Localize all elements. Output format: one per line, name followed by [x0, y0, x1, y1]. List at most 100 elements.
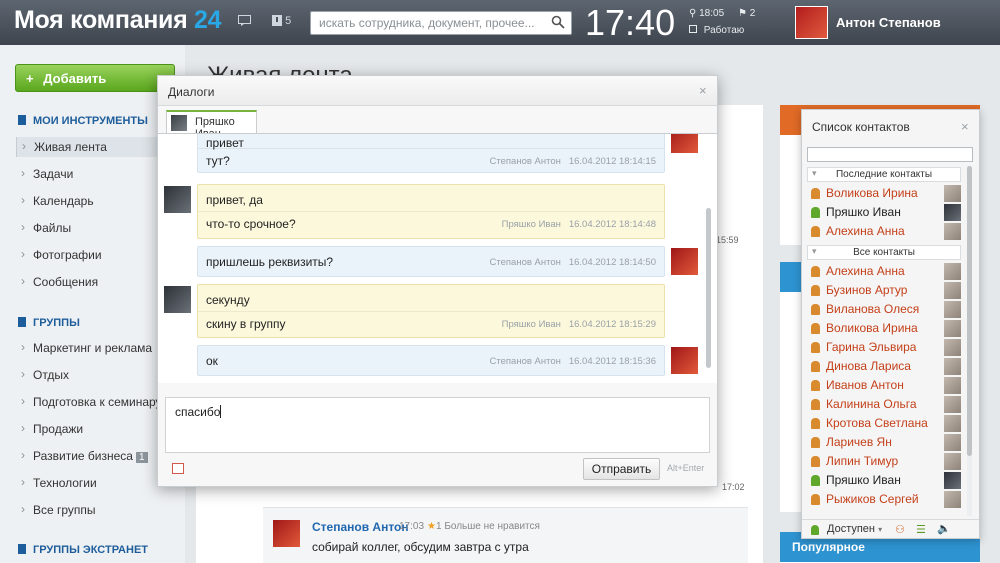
sender-avatar[interactable] [671, 134, 698, 153]
contact-photo [944, 204, 961, 221]
message-text: тут? [206, 154, 230, 168]
search-icon[interactable] [551, 15, 565, 29]
message-text: ок [206, 354, 218, 368]
chat-scrollbar[interactable] [706, 138, 711, 382]
contact-photo [944, 320, 961, 337]
message-text: что-то срочное? [206, 217, 296, 231]
contact-photo [944, 377, 961, 394]
message-meta: Пряшко Иван 16.04.2012 18:14:48 [501, 219, 656, 230]
nav-all-groups[interactable]: Все группы [16, 500, 183, 520]
message-text: скину в группу [206, 317, 286, 331]
recent-contacts-group[interactable]: Последние контакты [807, 167, 961, 182]
contact-item[interactable]: Липин Тимур [807, 452, 963, 471]
message-text: привет, да [206, 193, 263, 207]
contact-item[interactable]: Калинина Ольга [807, 395, 963, 414]
sender-avatar[interactable] [671, 248, 698, 275]
contact-item[interactable]: Алехина Анна [807, 222, 963, 241]
send-button[interactable]: Отправить [583, 458, 660, 480]
tab-avatar [171, 115, 187, 131]
chat-history[interactable]: привет тут? Степанов Антон 16.04.2012 18… [158, 133, 717, 383]
chat-message: привет тут? Степанов Антон 16.04.2012 18… [197, 134, 665, 173]
person-icon [811, 304, 820, 315]
contact-photo [944, 358, 961, 375]
contact-item[interactable]: Алехина Анна [807, 262, 963, 281]
close-icon[interactable]: × [699, 83, 707, 98]
close-icon[interactable]: × [961, 119, 969, 134]
contact-item[interactable]: Иванов Антон [807, 376, 963, 395]
person-icon [811, 188, 820, 199]
contact-photo [944, 301, 961, 318]
contact-item[interactable]: Пряшко Иван [807, 471, 963, 490]
contact-item[interactable]: Динова Лариса [807, 357, 963, 376]
work-status[interactable]: Работаю [689, 25, 744, 36]
search-placeholder: искать сотрудника, документ, прочее... [319, 16, 535, 30]
dialog-header[interactable]: Диалоги × [158, 76, 717, 106]
notification-icon [272, 15, 282, 26]
message-meta: Пряшко Иван 16.04.2012 18:15:29 [501, 319, 656, 330]
person-icon [811, 418, 820, 429]
person-icon [811, 323, 820, 334]
user-avatar[interactable] [795, 6, 828, 39]
contact-item[interactable]: Воликова Ирина [807, 319, 963, 338]
sender-avatar[interactable] [671, 347, 698, 374]
contact-item[interactable]: Виланова Олеся [807, 300, 963, 319]
comment-avatar[interactable] [273, 520, 300, 547]
groups-title[interactable]: ГРУППЫ [18, 317, 80, 329]
groups-icon [18, 317, 26, 327]
contact-item[interactable]: Рыжиков Сергей [807, 490, 963, 509]
person-icon [811, 456, 820, 467]
chat-scroll-thumb[interactable] [706, 208, 711, 368]
sound-icon[interactable]: 🔈 [937, 522, 951, 535]
flag-icon: ⚑ [738, 8, 747, 19]
contact-item[interactable]: Ларичев Ян [807, 433, 963, 452]
chat-icon[interactable] [238, 15, 251, 29]
calendar-icon[interactable] [172, 463, 184, 474]
sender-avatar[interactable] [164, 186, 191, 213]
contacts-search-input[interactable] [807, 147, 973, 162]
contact-item[interactable]: Гарина Эльвира [807, 338, 963, 357]
person-icon [811, 399, 820, 410]
all-contacts-group[interactable]: Все контакты [807, 245, 961, 260]
list-icon[interactable]: ☰ [916, 523, 926, 536]
comment-likes[interactable]: ★1 Больше не нравится [427, 521, 540, 532]
contact-photo [944, 223, 961, 240]
user-name[interactable]: Антон Степанов [836, 15, 941, 30]
company-logo[interactable]: Моя компания 24 [14, 6, 222, 35]
search-input[interactable]: искать сотрудника, документ, прочее... [310, 11, 572, 35]
group-chat-icon[interactable]: ⚇ [895, 523, 905, 536]
clock: 17:40 [585, 2, 676, 43]
chat-tab[interactable]: Пряшко Иван [166, 110, 257, 140]
cloud-icon [18, 544, 26, 554]
messages-counter[interactable]: 5 [272, 15, 291, 29]
contacts-list[interactable]: Последние контакты Воликова Ирина Пряшко… [807, 165, 965, 521]
message-input-value: спасибо [175, 405, 221, 419]
contact-photo [944, 491, 961, 508]
my-tools-title[interactable]: МОИ ИНСТРУМЕНТЫ [18, 115, 148, 127]
person-icon [811, 361, 820, 372]
status-checkbox-icon [689, 25, 697, 33]
message-text: пришлешь реквизиты? [206, 255, 334, 269]
message-divider [198, 148, 664, 149]
feed-time-2: 17:02 [722, 482, 745, 492]
work-time: ⚲ 18:05 [689, 8, 725, 19]
comment-author[interactable]: Степанов Антон [312, 520, 409, 534]
person-icon: ⚲ [689, 8, 697, 19]
chat-message: секунду скину в группу Пряшко Иван 16.04… [197, 284, 665, 338]
contact-item[interactable]: Пряшко Иван [807, 203, 963, 222]
sender-avatar[interactable] [164, 286, 191, 313]
contact-item[interactable]: Кротова Светлана [807, 414, 963, 433]
my-status-dropdown[interactable]: Доступен ▾ [827, 523, 882, 535]
bookmark-icon [18, 115, 26, 125]
contact-item[interactable]: Воликова Ирина [807, 184, 963, 203]
person-icon [811, 285, 820, 296]
tasks-counter[interactable]: ⚑ 2 [738, 8, 755, 19]
contacts-scroll-thumb[interactable] [967, 166, 972, 456]
contacts-scrollbar[interactable] [967, 166, 972, 516]
contact-item[interactable]: Бузинов Артур [807, 281, 963, 300]
contact-photo [944, 415, 961, 432]
add-button[interactable]: + Добавить [15, 64, 175, 92]
person-icon [811, 266, 820, 277]
message-meta: Степанов Антон 16.04.2012 18:15:36 [489, 356, 656, 367]
extranet-title[interactable]: ГРУППЫ ЭКСТРАНЕТ [18, 544, 148, 556]
message-input[interactable]: спасибо [165, 397, 710, 453]
